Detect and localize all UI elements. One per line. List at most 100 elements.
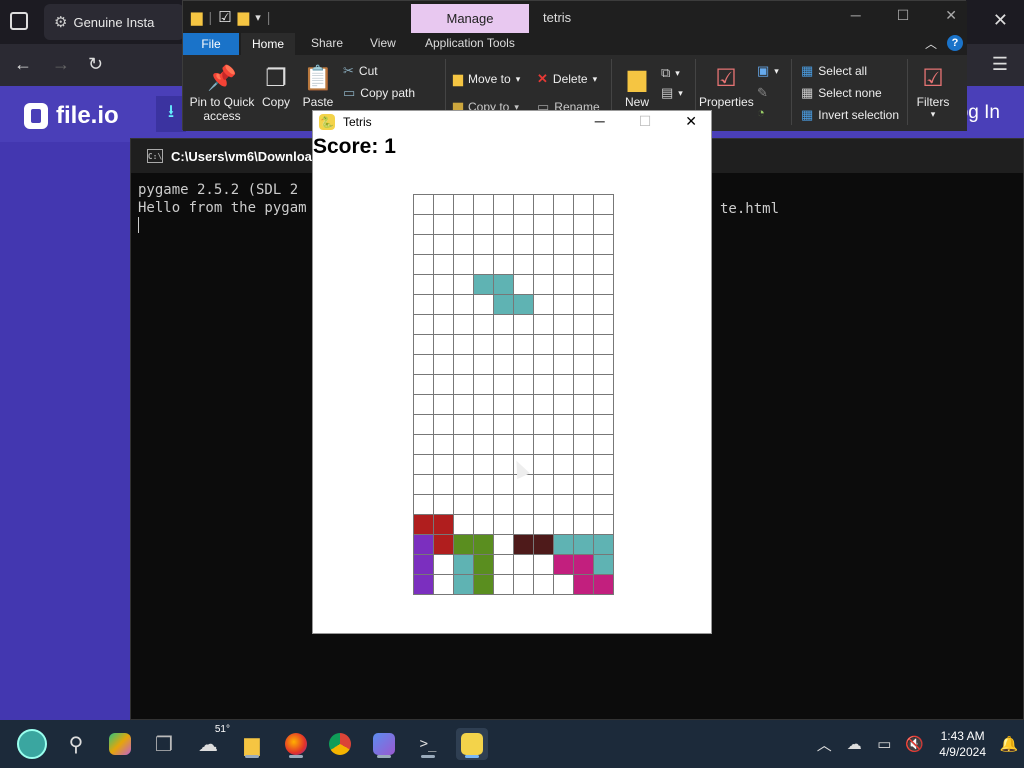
pin-icon: 📌 [207, 65, 237, 92]
copy-button[interactable]: ❐ Copy [259, 65, 293, 109]
tab-file[interactable]: File [183, 33, 239, 55]
tetris-cell [414, 195, 434, 215]
tetris-cell [514, 435, 534, 455]
close-icon[interactable]: ✕ [685, 113, 697, 130]
new-folder-button[interactable]: ▆ New [617, 65, 657, 109]
tetris-window[interactable]: 🐍 Tetris ─ ☐ ✕ Score: 1 [312, 110, 712, 634]
minimize-icon[interactable]: ─ [851, 7, 861, 24]
tetris-block [474, 575, 494, 595]
edit-button[interactable]: ✎ [757, 85, 768, 101]
back-arrow-icon[interactable]: ← [14, 54, 32, 75]
tab-view[interactable]: View [370, 36, 396, 50]
close-icon[interactable]: ✕ [993, 10, 1008, 31]
tetris-titlebar[interactable]: 🐍 Tetris ─ ☐ ✕ [313, 111, 711, 133]
menu-icon[interactable]: ☰ [992, 54, 1008, 75]
new-item-button[interactable]: ⧉ ▾ [661, 65, 680, 81]
vscode-icon[interactable] [368, 728, 400, 760]
search-icon[interactable]: ⚲ [60, 728, 92, 760]
tetris-cell [534, 195, 554, 215]
tab-home[interactable]: Home [241, 33, 295, 55]
firefox-icon[interactable] [280, 728, 312, 760]
tab-share[interactable]: Share [311, 36, 343, 50]
tetris-cell [534, 415, 554, 435]
browser-tab[interactable]: ⚙ Genuine Insta [44, 4, 184, 40]
properties-button[interactable]: ☑ Properties [699, 65, 754, 109]
tetris-cell [534, 475, 554, 495]
delete-button[interactable]: ✕ Delete ▾ [537, 71, 597, 87]
easy-access-icon: ▤ [661, 85, 674, 100]
reload-icon[interactable]: ↻ [88, 54, 103, 75]
tetris-cell [554, 195, 574, 215]
tetris-cell [534, 335, 554, 355]
select-none-button[interactable]: ▦ Select none [801, 85, 882, 101]
tetris-cell [474, 255, 494, 275]
edit-icon: ✎ [757, 85, 768, 100]
tetris-board[interactable] [413, 194, 614, 595]
maximize-icon[interactable]: ☐ [639, 113, 652, 130]
tetris-cell [554, 335, 574, 355]
copilot-icon[interactable] [104, 728, 136, 760]
history-button[interactable]: ◔ [757, 105, 765, 120]
tab-application-tools[interactable]: Application Tools [425, 36, 515, 50]
tetris-cell [574, 315, 594, 335]
tetris-cell [434, 495, 454, 515]
tetris-cell [594, 195, 614, 215]
collapse-ribbon-icon[interactable]: ︿ [925, 35, 937, 52]
cut-button[interactable]: ✂ Cut [343, 63, 378, 79]
maximize-icon[interactable]: ☐ [897, 7, 910, 24]
new-item-icon: ⧉ [661, 65, 671, 80]
invert-selection-button[interactable]: ▦ Invert selection [801, 107, 899, 123]
tetris-block [414, 515, 434, 535]
chevron-up-icon[interactable]: ︿ [809, 734, 839, 755]
start-icon[interactable] [16, 728, 48, 760]
forward-arrow-icon[interactable]: → [52, 54, 70, 75]
move-to-label: Move to [468, 72, 511, 86]
easy-access-button[interactable]: ▤ ▾ [661, 85, 683, 101]
minimize-icon[interactable]: ─ [595, 113, 605, 130]
onedrive-icon[interactable]: ☁ [839, 735, 869, 753]
tetris-cell [554, 455, 574, 475]
tetris-cell [534, 295, 554, 315]
chrome-icon[interactable] [324, 728, 356, 760]
open-button[interactable]: ▣ ▾ [757, 63, 779, 79]
tetris-cell [494, 215, 514, 235]
tetris-cell [554, 375, 574, 395]
clipboard-icon: 📋 [303, 65, 333, 92]
customize-toolbar-icon[interactable]: ▾ [255, 11, 261, 24]
tab-manage[interactable]: Manage [411, 4, 529, 33]
taskbar: ⚲ ❐ ☁ 51° ▆ >_ ︿ ☁ ▭ 🔇 1:43 AM 4/9/2024 … [0, 720, 1024, 768]
tetris-cell [514, 395, 534, 415]
close-icon[interactable]: ✕ [945, 7, 957, 24]
move-to-button[interactable]: ▆ Move to ▾ [453, 71, 520, 87]
delete-x-icon: ✕ [537, 71, 548, 86]
tetris-cell [534, 215, 554, 235]
explorer-titlebar[interactable]: ▆ | ☑ ▆ ▾ | Manage tetris ─ ☐ ✕ [183, 1, 967, 33]
weather-icon[interactable]: ☁ 51° [192, 724, 230, 760]
tetris-cell [434, 215, 454, 235]
copy-icon: ❐ [265, 65, 287, 92]
tetris-cell [434, 475, 454, 495]
terminal-icon[interactable]: >_ [412, 728, 444, 760]
python-icon[interactable] [456, 728, 488, 760]
folder-icon[interactable]: ▆ [191, 8, 203, 26]
clock[interactable]: 1:43 AM 4/9/2024 [939, 728, 986, 760]
notification-bell-icon[interactable]: 🔔 [994, 735, 1024, 753]
filters-button[interactable]: ☑ Filters ▾ [911, 65, 955, 120]
network-icon[interactable]: ▭ [869, 735, 899, 753]
help-icon[interactable]: ? [947, 35, 963, 51]
volume-muted-icon[interactable]: 🔇 [899, 735, 929, 753]
select-all-button[interactable]: ▦ Select all [801, 63, 867, 79]
site-logo[interactable]: file.io [24, 102, 119, 130]
new-folder-icon[interactable]: ▆ [238, 8, 250, 26]
tetris-cell [434, 395, 454, 415]
tetris-block [554, 535, 574, 555]
file-explorer-icon[interactable]: ▆ [236, 728, 268, 760]
tetris-cell [594, 395, 614, 415]
tab-overview-icon[interactable] [10, 12, 28, 30]
paste-button[interactable]: 📋 Paste [299, 65, 337, 109]
task-view-icon[interactable]: ❐ [148, 728, 180, 760]
tetris-cell [574, 335, 594, 355]
pin-quick-access-button[interactable]: 📌 Pin to Quick access [189, 65, 255, 123]
copy-path-button[interactable]: ▭ Copy path [343, 85, 415, 101]
properties-check-icon[interactable]: ☑ [218, 8, 231, 26]
